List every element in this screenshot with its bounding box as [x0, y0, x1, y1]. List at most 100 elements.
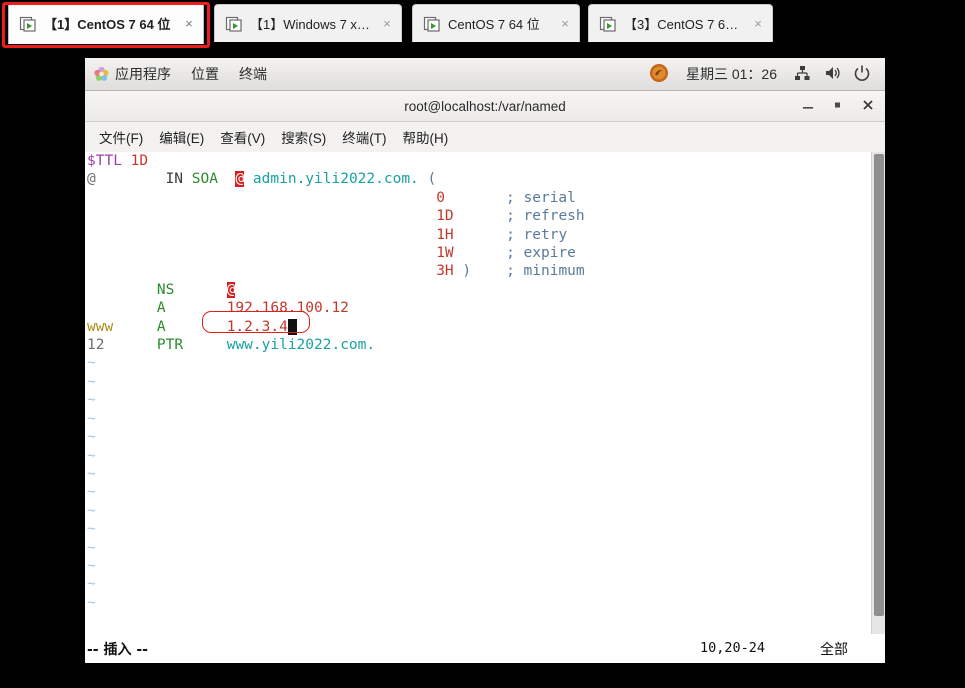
menu-terminal[interactable]: 终端(T): [334, 124, 394, 150]
terminal-span: ; refresh: [506, 208, 585, 225]
terminal-span: [87, 208, 436, 224]
terminal-span: [445, 190, 506, 206]
terminal-span: 1D: [436, 208, 454, 225]
terminal-span: [113, 319, 157, 335]
terminal-span: [87, 190, 436, 206]
terminal-span: 12: [87, 337, 105, 354]
terminal-line: A 192.168.100.12: [87, 299, 585, 317]
terminal-span: [166, 300, 227, 316]
terminal-span: ; serial: [506, 189, 576, 206]
close-icon[interactable]: ×: [379, 16, 395, 32]
power-icon[interactable]: [852, 63, 874, 85]
network-icon[interactable]: [792, 63, 814, 85]
terminal-span: [166, 319, 227, 335]
terminal-line: ~: [87, 502, 585, 520]
terminal-span: [471, 263, 506, 279]
terminal-line: 3H ) ; minimum: [87, 262, 584, 280]
vm-tab-label: 【1】CentOS 7 64 位: [44, 17, 171, 32]
vm-tab-3[interactable]: 【3】CentOS 7 64 位 ×: [588, 4, 773, 42]
terminal-span: 3H: [436, 263, 454, 280]
vim-cursor-position: 10,20-24: [700, 640, 766, 656]
vim-status-line: -- 插入 -- 10,20-24 全部: [85, 634, 885, 663]
terminal-span: www: [87, 318, 114, 335]
vm-tab-0[interactable]: 【1】CentOS 7 64 位 ×: [8, 2, 204, 44]
terminal-span: ~: [87, 410, 96, 427]
minimize-icon[interactable]: [801, 99, 815, 113]
terminal-span: ~: [87, 539, 96, 556]
menu-view[interactable]: 查看(V): [212, 124, 273, 150]
terminal-line: ~: [87, 483, 585, 501]
terminal-line: ~: [87, 354, 585, 372]
terminal-span: @: [87, 171, 96, 188]
firefox-icon[interactable]: [649, 63, 671, 85]
menu-help[interactable]: 帮助(H): [395, 124, 457, 150]
vim-mode-indicator: -- 插入 --: [87, 642, 148, 658]
close-icon[interactable]: ×: [750, 16, 766, 32]
terminal-span: [87, 263, 436, 279]
volume-icon[interactable]: [822, 63, 844, 85]
terminal-span: ~: [87, 392, 96, 409]
scrollbar-thumb[interactable]: [874, 154, 884, 616]
terminal-span: [287, 318, 297, 335]
terminal-span: IN: [165, 171, 192, 188]
terminal-span: ~: [87, 594, 96, 611]
panel-menu-applications[interactable]: 应用程序: [115, 64, 181, 84]
terminal-span: ~: [87, 465, 96, 482]
terminal-title: root@localhost:/var/named: [404, 98, 566, 114]
terminal-span: ~: [87, 576, 96, 593]
terminal-span: ~: [87, 447, 96, 464]
terminal-span: $TTL: [87, 153, 131, 169]
terminal-titlebar[interactable]: root@localhost:/var/named: [85, 91, 885, 122]
terminal-line: @ IN SOA @ admin.yili2022.com. (: [87, 170, 585, 188]
terminal-span: ~: [87, 484, 96, 501]
terminal-span: [104, 337, 156, 353]
terminal-line: ~: [87, 373, 585, 391]
terminal-span: [183, 337, 227, 353]
close-icon[interactable]: [861, 99, 875, 113]
vm-tab-icon: [19, 15, 37, 33]
guest-screen: 应用程序 位置 终端 星期三 01：26 root@localhost:/var…: [85, 58, 885, 663]
vm-tab-label: CentOS 7 64 位: [448, 17, 540, 32]
vm-tab-2[interactable]: CentOS 7 64 位 ×: [412, 4, 580, 42]
close-icon[interactable]: ×: [557, 16, 573, 32]
maximize-icon[interactable]: [831, 99, 845, 113]
vm-tab-label: 【1】Windows 7 x64: [250, 17, 371, 32]
terminal-span: 1W: [436, 245, 454, 262]
terminal-span: A: [156, 318, 166, 335]
window-buttons: [801, 91, 875, 121]
panel-clock[interactable]: 星期三 01：26: [676, 64, 787, 84]
terminal-span: [96, 171, 166, 187]
terminal-span: [454, 208, 506, 224]
terminal-line: ~: [87, 428, 585, 446]
terminal-text-area[interactable]: $TTL 1D @ IN SOA @ admin.yili2022.com. ( …: [85, 152, 885, 634]
menu-edit[interactable]: 编辑(E): [151, 124, 212, 150]
terminal-window: root@localhost:/var/named 文件(F) 编辑(E) 查看…: [85, 91, 885, 663]
gnome-applications-icon: [93, 66, 110, 83]
terminal-span: (: [418, 171, 437, 188]
terminal-span: [174, 282, 226, 298]
terminal-span: [244, 171, 253, 187]
terminal-line: ~: [87, 391, 585, 409]
close-icon[interactable]: ×: [181, 16, 197, 32]
vm-tab-icon: [225, 15, 243, 33]
terminal-span: 0: [436, 189, 445, 206]
terminal-span: PTR: [156, 337, 184, 354]
menu-search[interactable]: 搜索(S): [273, 124, 334, 150]
terminal-span: 192.168.100.12: [226, 300, 349, 317]
panel-menu-terminal[interactable]: 终端: [229, 64, 277, 84]
vm-tab-1[interactable]: 【1】Windows 7 x64 ×: [214, 4, 402, 42]
panel-menu-places[interactable]: 位置: [181, 64, 229, 84]
terminal-span: admin.yili2022.com.: [252, 171, 419, 188]
menu-file[interactable]: 文件(F): [91, 124, 151, 150]
terminal-span: 1H: [436, 226, 454, 243]
terminal-line: ~: [87, 410, 585, 428]
terminal-scrollbar[interactable]: [871, 152, 885, 634]
terminal-span: ; retry: [506, 226, 568, 243]
terminal-line: ~: [87, 520, 585, 538]
terminal-menubar: 文件(F) 编辑(E) 查看(V) 搜索(S) 终端(T) 帮助(H): [85, 122, 885, 153]
terminal-span: ~: [87, 429, 96, 446]
terminal-span: [218, 171, 235, 187]
terminal-span: ; expire: [506, 245, 576, 262]
vim-buffer: $TTL 1D @ IN SOA @ admin.yili2022.com. ( …: [87, 152, 585, 612]
terminal-span: @: [235, 171, 245, 188]
